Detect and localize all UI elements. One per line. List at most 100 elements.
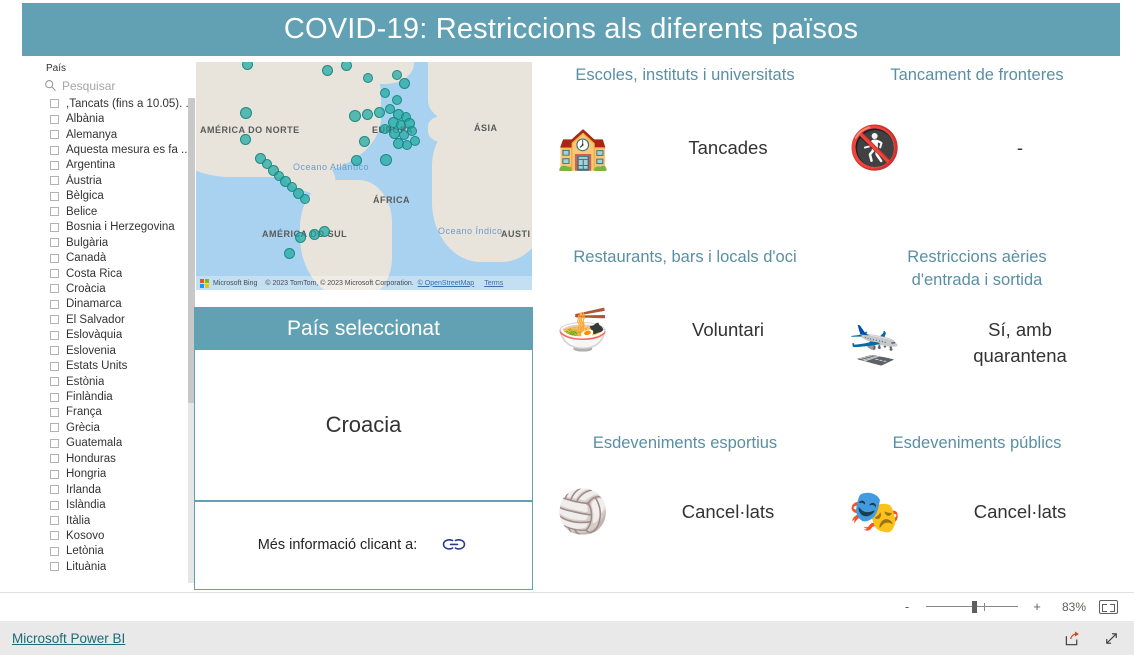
slicer-search-row[interactable]: Pesquisar (38, 77, 193, 96)
map-bubble[interactable] (392, 95, 402, 105)
slicer-item[interactable]: Itàlia (44, 513, 193, 528)
map-bubble[interactable] (322, 65, 333, 76)
map-bubble[interactable] (363, 73, 373, 83)
map-bubble[interactable] (410, 136, 420, 146)
map-bubble[interactable] (359, 136, 370, 147)
slicer-item-checkbox[interactable] (50, 346, 59, 356)
openstreetmap-link[interactable]: © OpenStreetMap (418, 280, 475, 287)
fullscreen-icon[interactable] (1103, 630, 1120, 647)
map-bubble[interactable] (240, 134, 251, 145)
slicer-item-checkbox[interactable] (50, 160, 59, 170)
slicer-item[interactable]: Alemanya (44, 127, 193, 142)
slicer-item-label: Itàlia (66, 514, 91, 527)
map-bubble[interactable] (295, 232, 306, 243)
zoom-slider[interactable] (926, 601, 1018, 613)
slicer-item[interactable]: Estònia (44, 374, 193, 389)
terms-link[interactable]: Terms (484, 280, 503, 287)
map-bubble[interactable] (349, 110, 361, 122)
slicer-item-checkbox[interactable] (50, 485, 59, 495)
slicer-item[interactable]: Letònia (44, 544, 193, 559)
slicer-item[interactable]: Àustria (44, 173, 193, 188)
slicer-item-checkbox[interactable] (50, 145, 59, 155)
zoom-slider-thumb[interactable] (972, 601, 977, 613)
map-bubble[interactable] (399, 78, 410, 89)
slicer-item[interactable]: Irlanda (44, 482, 193, 497)
slicer-item-checkbox[interactable] (50, 500, 59, 510)
map-bubble[interactable] (362, 109, 373, 120)
slicer-item[interactable]: Kosovo (44, 528, 193, 543)
slicer-item-checkbox[interactable] (50, 315, 59, 325)
slicer-item[interactable]: Croàcia (44, 281, 193, 296)
kpi-tile-air-restrictions: Restriccions aèries d'entrada i sortida … (832, 246, 1122, 376)
slicer-item[interactable]: Albània (44, 111, 193, 126)
slicer-item-checkbox[interactable] (50, 546, 59, 556)
slicer-item[interactable]: Honduras (44, 451, 193, 466)
slicer-item-checkbox[interactable] (50, 392, 59, 402)
map-bubble[interactable] (351, 155, 362, 166)
slicer-item-checkbox[interactable] (50, 99, 59, 109)
slicer-item-checkbox[interactable] (50, 299, 59, 309)
slicer-item[interactable]: França (44, 405, 193, 420)
slicer-item-checkbox[interactable] (50, 423, 59, 433)
slicer-item-checkbox[interactable] (50, 176, 59, 186)
slicer-item-checkbox[interactable] (50, 562, 59, 572)
country-slicer[interactable]: País Pesquisar ,Tancats (fins a 10.05). … (38, 62, 195, 590)
map-bubble[interactable] (240, 107, 252, 119)
slicer-item-list[interactable]: ,Tancats (fins a 10.05). ... Albània Alema… (38, 96, 193, 585)
slicer-item[interactable]: Islàndia (44, 497, 193, 512)
map-bubble[interactable] (284, 248, 295, 259)
zoom-in-button[interactable]: + (1031, 600, 1043, 613)
map-bubble[interactable] (374, 107, 385, 118)
slicer-item[interactable]: Aquesta mesura es fa ... (44, 142, 193, 157)
slicer-item-checkbox[interactable] (50, 330, 59, 340)
world-map-visual[interactable]: AMÉRICA DO NORTE AMÉRICA DO SUL EUROPA Á… (196, 62, 532, 290)
slicer-item[interactable]: Belice (44, 204, 193, 219)
slicer-item-checkbox[interactable] (50, 253, 59, 263)
slicer-item[interactable]: Costa Rica (44, 266, 193, 281)
map-bubble[interactable] (380, 88, 390, 98)
slicer-item-checkbox[interactable] (50, 531, 59, 541)
slicer-item[interactable]: Hongria (44, 467, 193, 482)
share-icon[interactable] (1064, 630, 1081, 647)
slicer-item-checkbox[interactable] (50, 191, 59, 201)
slicer-item[interactable]: Finlàndia (44, 389, 193, 404)
map-bubble[interactable] (380, 154, 392, 166)
slicer-item-checkbox[interactable] (50, 130, 59, 140)
slicer-item[interactable]: Grècia (44, 420, 193, 435)
slicer-item[interactable]: Eslovàquia (44, 328, 193, 343)
slicer-item[interactable]: Bulgària (44, 235, 193, 250)
slicer-item[interactable]: Canadà (44, 250, 193, 265)
link-icon[interactable] (439, 534, 469, 556)
slicer-item-checkbox[interactable] (50, 438, 59, 448)
slicer-item-checkbox[interactable] (50, 269, 59, 279)
zoom-out-button[interactable]: - (901, 600, 913, 613)
power-bi-brand-link[interactable]: Microsoft Power BI (12, 631, 125, 646)
slicer-item-checkbox[interactable] (50, 454, 59, 464)
slicer-search-input[interactable]: Pesquisar (62, 79, 115, 93)
slicer-item-checkbox[interactable] (50, 377, 59, 387)
map-bubble[interactable] (300, 194, 310, 204)
slicer-item[interactable]: Bosnia i Herzegovina (44, 220, 193, 235)
slicer-item-checkbox[interactable] (50, 516, 59, 526)
map-bubble[interactable] (319, 226, 330, 237)
map-bubble[interactable] (407, 126, 417, 136)
slicer-item-checkbox[interactable] (50, 207, 59, 217)
slicer-item-checkbox[interactable] (50, 361, 59, 371)
slicer-item[interactable]: Eslovenia (44, 343, 193, 358)
slicer-item-checkbox[interactable] (50, 284, 59, 294)
slicer-item[interactable]: El Salvador (44, 312, 193, 327)
slicer-item-checkbox[interactable] (50, 222, 59, 232)
slicer-item[interactable]: Lituània (44, 559, 193, 574)
slicer-item-checkbox[interactable] (50, 238, 59, 248)
slicer-item-checkbox[interactable] (50, 469, 59, 479)
slicer-item[interactable]: Estats Units (44, 358, 193, 373)
fit-to-screen-icon[interactable] (1099, 600, 1118, 614)
slicer-item[interactable]: Argentina (44, 158, 193, 173)
slicer-item-checkbox[interactable] (50, 407, 59, 417)
slicer-item-checkbox[interactable] (50, 114, 59, 124)
slicer-item-label: Bosnia i Herzegovina (66, 221, 175, 234)
slicer-item[interactable]: Bèlgica (44, 189, 193, 204)
slicer-item[interactable]: Dinamarca (44, 297, 193, 312)
slicer-item[interactable]: ,Tancats (fins a 10.05). ... (44, 96, 193, 111)
slicer-item[interactable]: Guatemala (44, 436, 193, 451)
